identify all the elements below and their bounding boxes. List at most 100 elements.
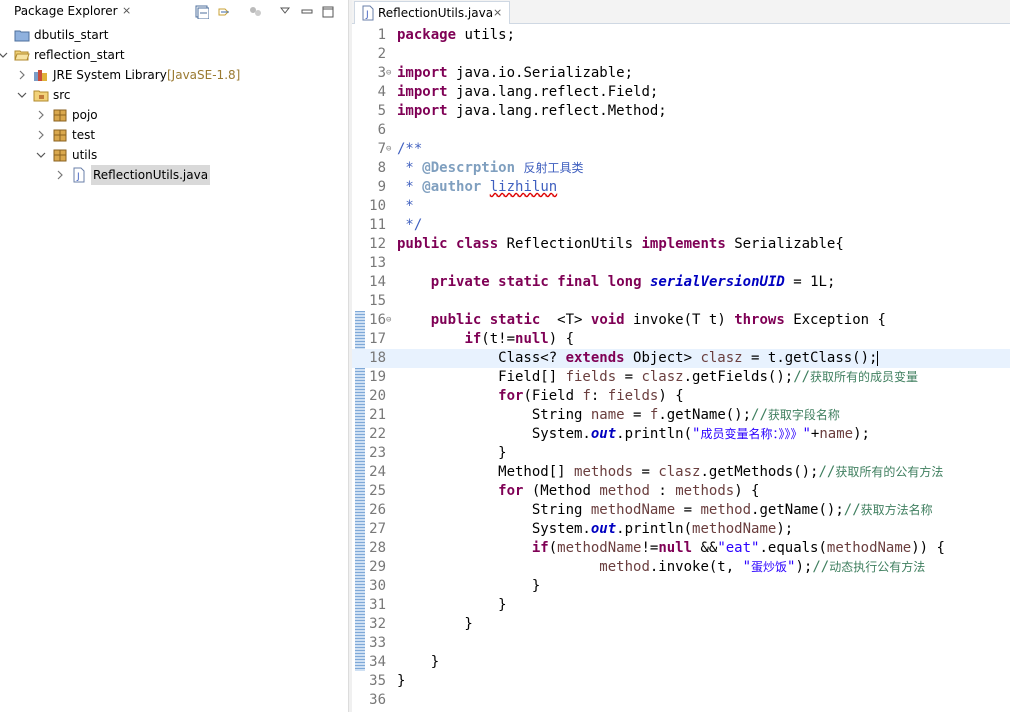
java-editor: J ReflectionUtils.java ⨯ 1 package utils;… (352, 0, 1010, 712)
code-line[interactable]: 27 System.out.println(methodName); (352, 520, 1010, 539)
collapse-all-icon[interactable] (195, 5, 209, 19)
line-number: 7 (377, 141, 386, 157)
code-line[interactable]: 2 (352, 45, 1010, 64)
code-text: Class<? extends Object> clasz = t.getCla… (397, 350, 879, 366)
code-line[interactable]: 34 } (352, 653, 1010, 672)
code-line[interactable]: 32 } (352, 615, 1010, 634)
code-text: */ (397, 217, 423, 233)
package-icon (53, 129, 67, 142)
line-number: 30 (369, 578, 386, 594)
code-line[interactable]: 11 */ (352, 216, 1010, 235)
chevron-down-icon[interactable] (35, 145, 47, 165)
line-number: 19 (369, 369, 386, 385)
tab-reflection-utils[interactable]: J ReflectionUtils.java ⨯ (354, 1, 510, 24)
tree-item[interactable]: test (0, 125, 348, 145)
tree-item[interactable]: reflection_start (0, 45, 348, 65)
fold-toggle-icon[interactable]: ⊖ (386, 311, 391, 330)
code-area[interactable]: 1 package utils; 2 3 ⊖ import java.io.Seriali… (352, 26, 1010, 712)
code-line[interactable]: 16 ⊖ public static <T> void invoke(T t) t… (352, 311, 1010, 330)
code-text: String methodName = method.getName();//获… (397, 502, 933, 518)
chevron-right-icon[interactable] (16, 65, 28, 85)
code-text: import java.io.Serializable; (397, 65, 634, 81)
line-number: 29 (369, 559, 386, 575)
fold-toggle-icon[interactable]: ⊖ (386, 64, 391, 83)
code-line[interactable]: 6 (352, 121, 1010, 140)
tab-package-explorer[interactable]: Package Explorer ⨯ (0, 0, 139, 25)
library-icon (34, 70, 47, 81)
tree-item[interactable]: src (0, 85, 348, 105)
line-number: 20 (369, 388, 386, 404)
line-number: 35 (369, 673, 386, 689)
code-line[interactable]: 4 import java.lang.reflect.Field; (352, 83, 1010, 102)
tree-item[interactable]: utils (0, 145, 348, 165)
code-line[interactable]: 31 } (352, 596, 1010, 615)
code-line[interactable]: 24 Method[] methods = clasz.getMethods()… (352, 463, 1010, 482)
code-line[interactable]: 9 * @author lizhilun (352, 178, 1010, 197)
code-line[interactable]: 7 ⊖ /** (352, 140, 1010, 159)
code-line[interactable]: 10 * (352, 197, 1010, 216)
code-line[interactable]: 21 String name = f.getName();//获取字段名称 (352, 406, 1010, 425)
code-line[interactable]: 30 } (352, 577, 1010, 596)
code-line[interactable]: 20 for(Field f: fields) { (352, 387, 1010, 406)
code-line[interactable]: 8 * @Descrption 反射工具类 (352, 159, 1010, 178)
code-line[interactable]: 5 import java.lang.reflect.Method; (352, 102, 1010, 121)
code-line[interactable]: 35} (352, 672, 1010, 691)
fold-toggle-icon[interactable]: ⊖ (386, 140, 391, 159)
code-line[interactable]: 28 if(methodName!=null &&"eat".equals(me… (352, 539, 1010, 558)
line-number: 10 (369, 198, 386, 214)
code-line[interactable]: 1 package utils; (352, 26, 1010, 45)
code-text: /** (397, 141, 423, 157)
code-text: * (397, 198, 414, 214)
tree-item[interactable]: JRE System Library [JavaSE-1.8] (0, 65, 348, 85)
code-text: System.out.println(methodName); (397, 521, 794, 537)
line-number: 3 (377, 65, 386, 81)
view-menu-icon[interactable] (278, 4, 292, 18)
code-text: for(Field f: fields) { (498, 388, 684, 404)
chevron-right-icon[interactable] (35, 125, 47, 145)
code-line[interactable]: 18 Class<? extends Object> clasz = t.get… (352, 349, 1010, 368)
editor-tabbar: J ReflectionUtils.java ⨯ (352, 0, 1010, 24)
line-number: 6 (377, 122, 386, 138)
code-line[interactable]: 17 if(t!=null) { (352, 330, 1010, 349)
code-line[interactable]: 19 Field[] fields = clasz.getFields();//… (352, 368, 1010, 387)
close-icon[interactable]: ⨯ (493, 6, 502, 19)
link-with-editor-icon[interactable] (217, 5, 231, 19)
line-number: 11 (369, 217, 386, 233)
package-icon (53, 149, 67, 162)
close-icon[interactable]: ⨯ (122, 4, 131, 17)
code-text: } (397, 597, 507, 613)
line-number: 34 (369, 654, 386, 670)
minimize-icon[interactable] (300, 5, 314, 19)
chevron-right-icon[interactable] (54, 165, 66, 185)
line-number: 25 (369, 483, 386, 499)
code-line[interactable]: 23 } (352, 444, 1010, 463)
code-text: * @author lizhilun (397, 179, 558, 195)
code-line[interactable]: 12 public class ReflectionUtils implement… (352, 235, 1010, 254)
chevron-down-icon[interactable] (0, 45, 9, 65)
project-open-icon (14, 50, 30, 61)
line-number: 27 (369, 521, 386, 537)
line-number: 18 (369, 350, 386, 366)
code-line[interactable]: 36 (352, 691, 1010, 710)
tree-item[interactable]: dbutils_start (0, 25, 348, 45)
code-line[interactable]: 3 ⊖ import java.io.Serializable; (352, 64, 1010, 83)
code-text: } (397, 654, 440, 670)
chevron-right-icon[interactable] (35, 105, 47, 125)
tree-item[interactable]: pojo (0, 105, 348, 125)
chevron-down-icon[interactable] (16, 85, 28, 105)
code-text: if(t!=null) { (464, 331, 575, 347)
code-line[interactable]: 33 (352, 634, 1010, 653)
editor-tab-label: ReflectionUtils.java (378, 6, 494, 20)
filter-icon[interactable] (248, 5, 262, 19)
code-line[interactable]: 26 String methodName = method.getName();… (352, 501, 1010, 520)
code-line[interactable]: 14 private static final long serialVersi… (352, 273, 1010, 292)
code-line[interactable]: 29 method.invoke(t, "蛋炒饭");//动态执行公有方法 (352, 558, 1010, 577)
code-line[interactable]: 15 (352, 292, 1010, 311)
tree-item[interactable]: J ReflectionUtils.java (0, 165, 348, 185)
code-line[interactable]: 13 (352, 254, 1010, 273)
code-line[interactable]: 22 System.out.println("成员变量名称：》》》"+name)… (352, 425, 1010, 444)
line-number: 22 (369, 426, 386, 442)
code-line[interactable]: 25 for (Method method : methods) { (352, 482, 1010, 501)
line-number: 17 (369, 331, 386, 347)
maximize-icon[interactable] (321, 5, 335, 19)
